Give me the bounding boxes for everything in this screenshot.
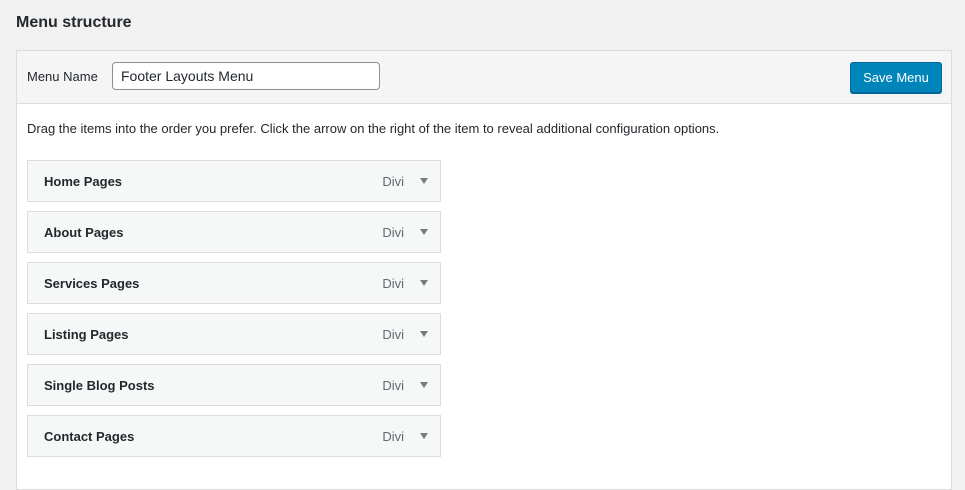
menu-name-input[interactable] [112,62,380,90]
menu-structure-panel: Menu Name Save Menu Drag the items into … [16,50,952,490]
triangle-down-icon[interactable] [420,280,428,286]
drag-instructions: Drag the items into the order you prefer… [27,121,720,136]
menu-item-type: Divi [382,276,404,291]
menu-item-type: Divi [382,378,404,393]
menu-header: Menu Name Save Menu [17,51,951,104]
triangle-down-icon[interactable] [420,433,428,439]
menu-item-type: Divi [382,174,404,189]
menu-item[interactable]: Home Pages Divi [27,160,441,202]
menu-item[interactable]: Services Pages Divi [27,262,441,304]
menu-item-type: Divi [382,327,404,342]
triangle-down-icon[interactable] [420,229,428,235]
menu-item[interactable]: Single Blog Posts Divi [27,364,441,406]
menu-item[interactable]: About Pages Divi [27,211,441,253]
menu-item-title: Services Pages [44,276,140,291]
menu-item-type: Divi [382,429,404,444]
menu-name-label: Menu Name [27,69,98,84]
menu-item[interactable]: Listing Pages Divi [27,313,441,355]
menu-item-title: Single Blog Posts [44,378,155,393]
menu-item-title: Home Pages [44,174,123,189]
save-menu-button[interactable]: Save Menu [850,62,942,93]
triangle-down-icon[interactable] [420,382,428,388]
section-title: Menu structure [16,14,132,31]
menu-item-type: Divi [382,225,404,240]
menu-item[interactable]: Contact Pages Divi [27,415,441,457]
menu-item-title: About Pages [44,225,124,240]
menu-item-title: Contact Pages [44,429,135,444]
triangle-down-icon[interactable] [420,331,428,337]
menu-item-list: Home Pages Divi About Pages Divi Service… [27,160,441,466]
menu-item-title: Listing Pages [44,327,129,342]
triangle-down-icon[interactable] [420,178,428,184]
